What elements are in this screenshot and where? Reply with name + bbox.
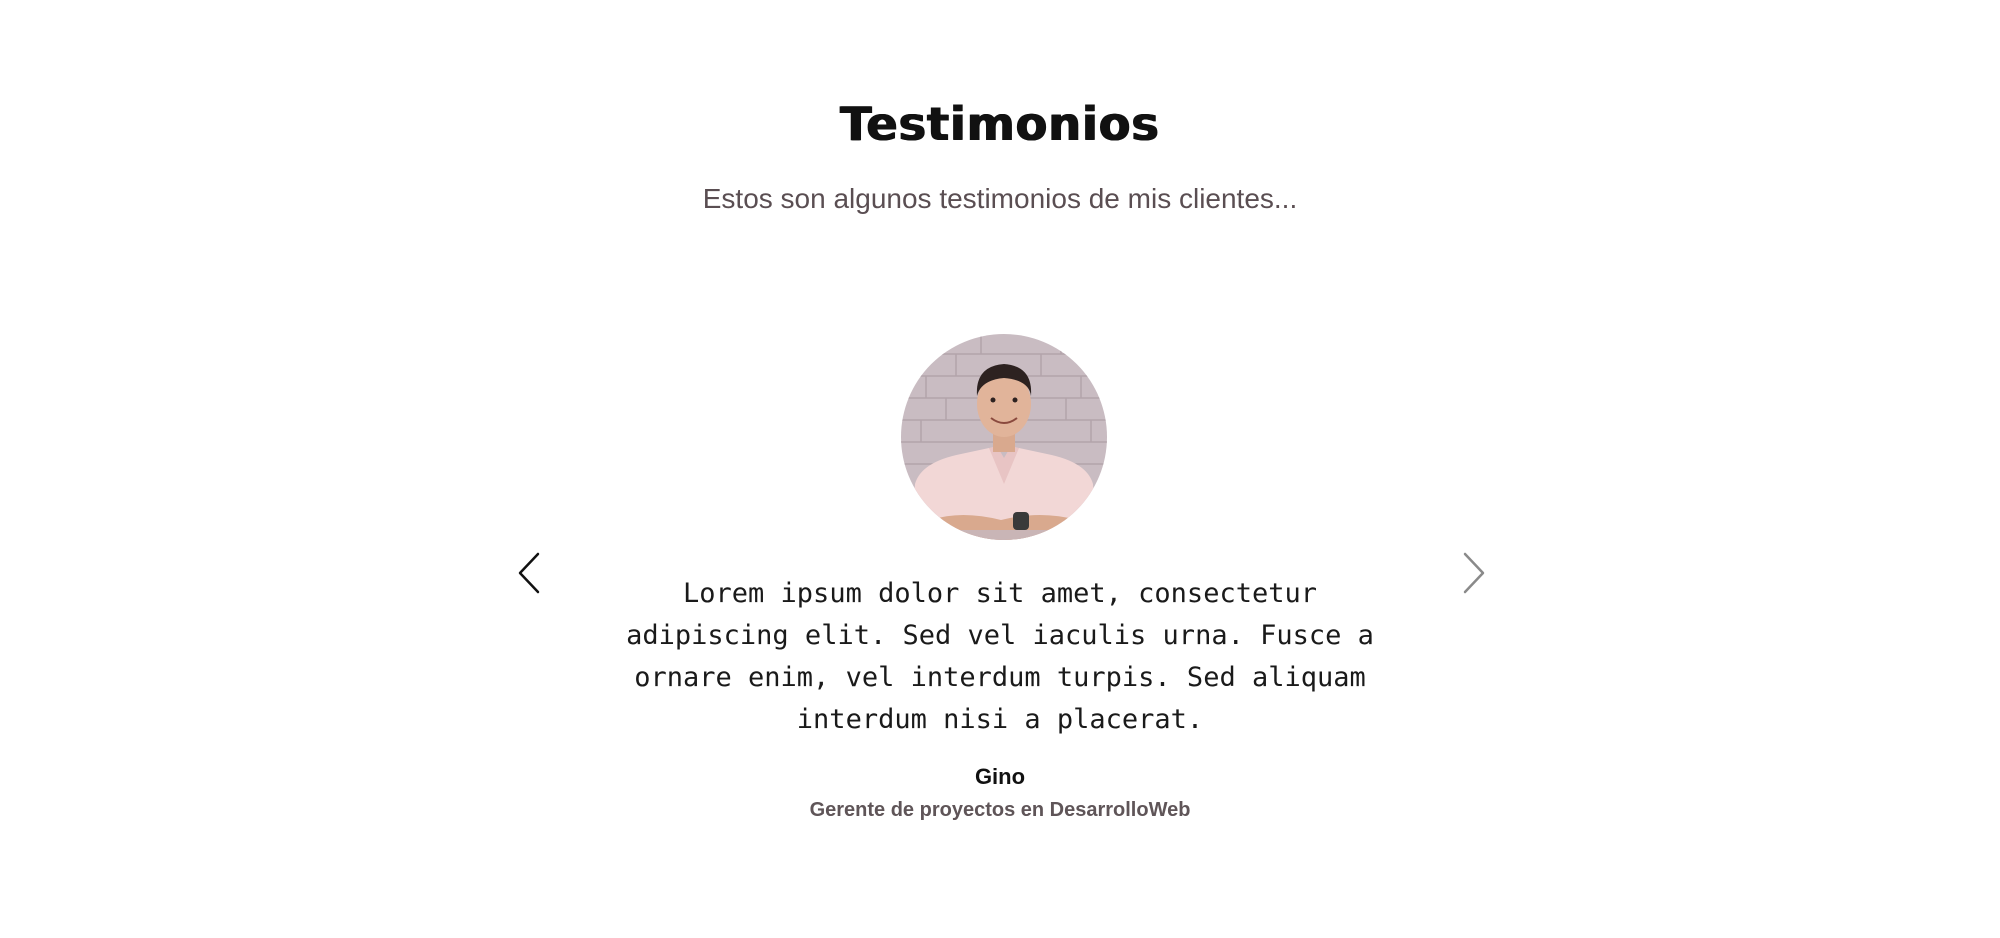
testimonials-section: Testimonios Estos son algunos testimonio… — [0, 0, 2000, 938]
testimonial-quote: Lorem ipsum dolor sit amet, consectetur … — [626, 578, 1374, 735]
section-subtitle: Estos son algunos testimonios de mis cli… — [702, 183, 1298, 214]
testimonial-author-role: Gerente de proyectos en DesarrolloWeb — [809, 799, 1191, 821]
client-photo — [901, 334, 1107, 540]
chevron-right-icon — [1463, 552, 1485, 594]
chevron-left-icon — [518, 552, 540, 594]
carousel-prev-button[interactable] — [508, 548, 548, 598]
carousel-next-button[interactable] — [1455, 548, 1495, 598]
testimonial-author-name: Gino — [974, 764, 1026, 789]
section-title: Testimonios — [840, 97, 1160, 151]
avatar — [901, 334, 1107, 540]
